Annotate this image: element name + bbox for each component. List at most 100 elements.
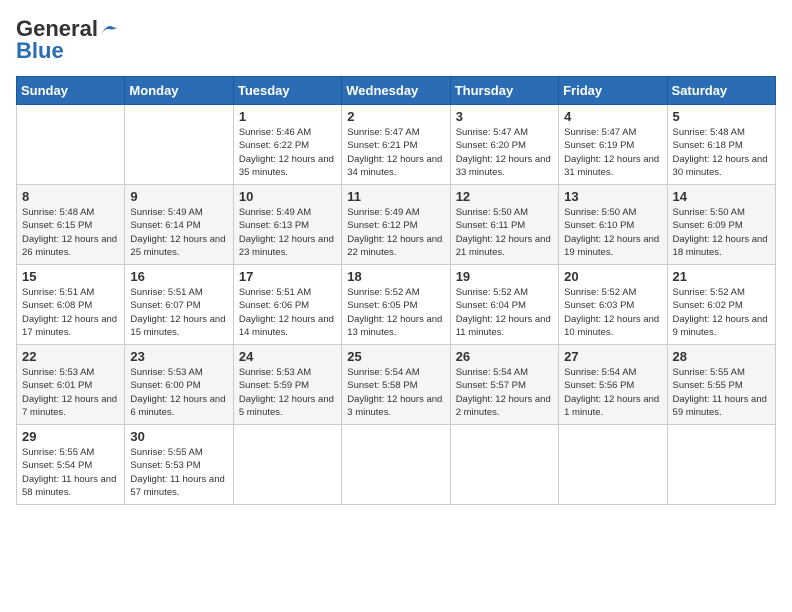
calendar-cell: 27 Sunrise: 5:54 AMSunset: 5:56 PMDayligh… bbox=[559, 345, 667, 425]
day-info: Sunrise: 5:48 AMSunset: 6:15 PMDaylight:… bbox=[22, 206, 119, 259]
day-info: Sunrise: 5:50 AMSunset: 6:09 PMDaylight:… bbox=[673, 206, 770, 259]
weekday-header-monday: Monday bbox=[125, 77, 233, 105]
day-info: Sunrise: 5:50 AMSunset: 6:11 PMDaylight:… bbox=[456, 206, 553, 259]
calendar-cell bbox=[17, 105, 125, 185]
day-info: Sunrise: 5:54 AMSunset: 5:56 PMDaylight:… bbox=[564, 366, 661, 419]
day-number: 18 bbox=[347, 269, 444, 284]
day-info: Sunrise: 5:48 AMSunset: 6:18 PMDaylight:… bbox=[673, 126, 770, 179]
calendar-cell: 2 Sunrise: 5:47 AMSunset: 6:21 PMDaylight… bbox=[342, 105, 450, 185]
day-info: Sunrise: 5:49 AMSunset: 6:13 PMDaylight:… bbox=[239, 206, 336, 259]
calendar-cell: 16 Sunrise: 5:51 AMSunset: 6:07 PMDayligh… bbox=[125, 265, 233, 345]
calendar-table: SundayMondayTuesdayWednesdayThursdayFrid… bbox=[16, 76, 776, 505]
day-info: Sunrise: 5:46 AMSunset: 6:22 PMDaylight:… bbox=[239, 126, 336, 179]
calendar-cell: 28 Sunrise: 5:55 AMSunset: 5:55 PMDayligh… bbox=[667, 345, 775, 425]
day-number: 2 bbox=[347, 109, 444, 124]
day-info: Sunrise: 5:54 AMSunset: 5:57 PMDaylight:… bbox=[456, 366, 553, 419]
calendar-cell: 1 Sunrise: 5:46 AMSunset: 6:22 PMDaylight… bbox=[233, 105, 341, 185]
weekday-header-wednesday: Wednesday bbox=[342, 77, 450, 105]
day-number: 13 bbox=[564, 189, 661, 204]
weekday-header-friday: Friday bbox=[559, 77, 667, 105]
day-info: Sunrise: 5:47 AMSunset: 6:20 PMDaylight:… bbox=[456, 126, 553, 179]
calendar-cell: 20 Sunrise: 5:52 AMSunset: 6:03 PMDayligh… bbox=[559, 265, 667, 345]
calendar-cell: 15 Sunrise: 5:51 AMSunset: 6:08 PMDayligh… bbox=[17, 265, 125, 345]
calendar-cell bbox=[233, 425, 341, 505]
day-info: Sunrise: 5:52 AMSunset: 6:04 PMDaylight:… bbox=[456, 286, 553, 339]
calendar-cell: 8 Sunrise: 5:48 AMSunset: 6:15 PMDaylight… bbox=[17, 185, 125, 265]
weekday-header-tuesday: Tuesday bbox=[233, 77, 341, 105]
day-info: Sunrise: 5:55 AMSunset: 5:53 PMDaylight:… bbox=[130, 446, 227, 499]
calendar-cell: 23 Sunrise: 5:53 AMSunset: 6:00 PMDayligh… bbox=[125, 345, 233, 425]
day-number: 26 bbox=[456, 349, 553, 364]
calendar-cell: 19 Sunrise: 5:52 AMSunset: 6:04 PMDayligh… bbox=[450, 265, 558, 345]
day-number: 3 bbox=[456, 109, 553, 124]
logo-blue-text: Blue bbox=[16, 38, 64, 64]
day-number: 23 bbox=[130, 349, 227, 364]
calendar-cell bbox=[667, 425, 775, 505]
day-number: 25 bbox=[347, 349, 444, 364]
calendar-cell: 11Sunrise: 5:49 AMSunset: 6:12 PMDayligh… bbox=[342, 185, 450, 265]
day-info: Sunrise: 5:51 AMSunset: 6:07 PMDaylight:… bbox=[130, 286, 227, 339]
day-info: Sunrise: 5:53 AMSunset: 6:01 PMDaylight:… bbox=[22, 366, 119, 419]
day-number: 11 bbox=[347, 189, 444, 204]
calendar-cell: 24 Sunrise: 5:53 AMSunset: 5:59 PMDayligh… bbox=[233, 345, 341, 425]
day-info: Sunrise: 5:55 AMSunset: 5:54 PMDaylight:… bbox=[22, 446, 119, 499]
day-number: 21 bbox=[673, 269, 770, 284]
day-number: 28 bbox=[673, 349, 770, 364]
day-info: Sunrise: 5:55 AMSunset: 5:55 PMDaylight:… bbox=[673, 366, 770, 419]
day-info: Sunrise: 5:52 AMSunset: 6:05 PMDaylight:… bbox=[347, 286, 444, 339]
day-number: 10 bbox=[239, 189, 336, 204]
calendar-cell: 18 Sunrise: 5:52 AMSunset: 6:05 PMDayligh… bbox=[342, 265, 450, 345]
day-number: 19 bbox=[456, 269, 553, 284]
calendar-cell: 29 Sunrise: 5:55 AMSunset: 5:54 PMDayligh… bbox=[17, 425, 125, 505]
day-number: 4 bbox=[564, 109, 661, 124]
logo-bird-icon bbox=[99, 21, 121, 37]
logo: General Blue bbox=[16, 16, 122, 64]
day-number: 24 bbox=[239, 349, 336, 364]
calendar-cell: 4 Sunrise: 5:47 AMSunset: 6:19 PMDaylight… bbox=[559, 105, 667, 185]
day-number: 22 bbox=[22, 349, 119, 364]
calendar-cell: 21 Sunrise: 5:52 AMSunset: 6:02 PMDayligh… bbox=[667, 265, 775, 345]
day-number: 8 bbox=[22, 189, 119, 204]
calendar-cell: 26 Sunrise: 5:54 AMSunset: 5:57 PMDayligh… bbox=[450, 345, 558, 425]
day-info: Sunrise: 5:53 AMSunset: 6:00 PMDaylight:… bbox=[130, 366, 227, 419]
day-number: 30 bbox=[130, 429, 227, 444]
calendar-cell bbox=[559, 425, 667, 505]
calendar-cell: 30 Sunrise: 5:55 AMSunset: 5:53 PMDayligh… bbox=[125, 425, 233, 505]
calendar-cell: 5 Sunrise: 5:48 AMSunset: 6:18 PMDaylight… bbox=[667, 105, 775, 185]
day-number: 15 bbox=[22, 269, 119, 284]
calendar-cell: 9 Sunrise: 5:49 AMSunset: 6:14 PMDaylight… bbox=[125, 185, 233, 265]
day-info: Sunrise: 5:53 AMSunset: 5:59 PMDaylight:… bbox=[239, 366, 336, 419]
weekday-header-thursday: Thursday bbox=[450, 77, 558, 105]
day-info: Sunrise: 5:49 AMSunset: 6:14 PMDaylight:… bbox=[130, 206, 227, 259]
calendar-cell: 25 Sunrise: 5:54 AMSunset: 5:58 PMDayligh… bbox=[342, 345, 450, 425]
calendar-cell: 12 Sunrise: 5:50 AMSunset: 6:11 PMDayligh… bbox=[450, 185, 558, 265]
calendar-cell: 22 Sunrise: 5:53 AMSunset: 6:01 PMDayligh… bbox=[17, 345, 125, 425]
calendar-cell bbox=[450, 425, 558, 505]
day-info: Sunrise: 5:47 AMSunset: 6:21 PMDaylight:… bbox=[347, 126, 444, 179]
day-number: 27 bbox=[564, 349, 661, 364]
day-info: Sunrise: 5:52 AMSunset: 6:02 PMDaylight:… bbox=[673, 286, 770, 339]
day-number: 16 bbox=[130, 269, 227, 284]
day-number: 29 bbox=[22, 429, 119, 444]
day-number: 1 bbox=[239, 109, 336, 124]
day-info: Sunrise: 5:50 AMSunset: 6:10 PMDaylight:… bbox=[564, 206, 661, 259]
weekday-header-saturday: Saturday bbox=[667, 77, 775, 105]
day-info: Sunrise: 5:47 AMSunset: 6:19 PMDaylight:… bbox=[564, 126, 661, 179]
calendar-cell: 3 Sunrise: 5:47 AMSunset: 6:20 PMDaylight… bbox=[450, 105, 558, 185]
calendar-cell bbox=[342, 425, 450, 505]
day-info: Sunrise: 5:51 AMSunset: 6:06 PMDaylight:… bbox=[239, 286, 336, 339]
day-number: 12 bbox=[456, 189, 553, 204]
day-info: Sunrise: 5:54 AMSunset: 5:58 PMDaylight:… bbox=[347, 366, 444, 419]
calendar-cell bbox=[125, 105, 233, 185]
calendar-cell: 10 Sunrise: 5:49 AMSunset: 6:13 PMDayligh… bbox=[233, 185, 341, 265]
day-number: 9 bbox=[130, 189, 227, 204]
day-number: 14 bbox=[673, 189, 770, 204]
day-info: Sunrise: 5:52 AMSunset: 6:03 PMDaylight:… bbox=[564, 286, 661, 339]
day-info: Sunrise: 5:51 AMSunset: 6:08 PMDaylight:… bbox=[22, 286, 119, 339]
calendar-cell: 13 Sunrise: 5:50 AMSunset: 6:10 PMDayligh… bbox=[559, 185, 667, 265]
day-number: 20 bbox=[564, 269, 661, 284]
weekday-header-sunday: Sunday bbox=[17, 77, 125, 105]
day-number: 5 bbox=[673, 109, 770, 124]
day-number: 17 bbox=[239, 269, 336, 284]
calendar-cell: 17 Sunrise: 5:51 AMSunset: 6:06 PMDayligh… bbox=[233, 265, 341, 345]
